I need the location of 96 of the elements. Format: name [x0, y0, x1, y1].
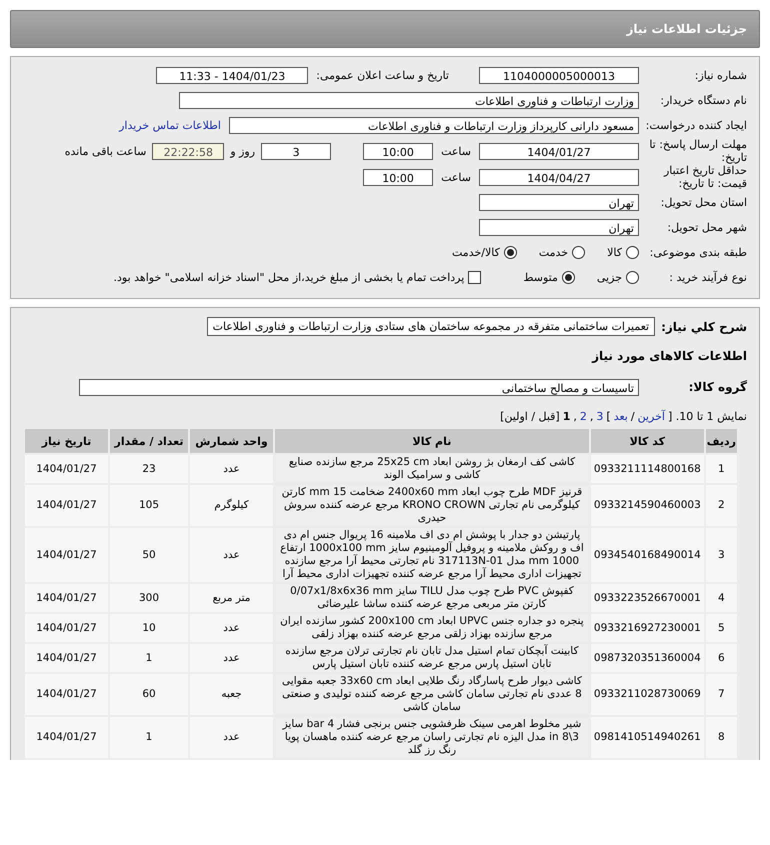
table-cell: 0981410514940261 [590, 716, 705, 759]
field-label: تاریخ و ساعت اعلان عمومی: [316, 69, 449, 82]
field-label: گروه کالا: [688, 380, 747, 394]
table-cell: 1 [704, 454, 738, 484]
column-header: واحد شمارش [189, 428, 274, 454]
province-field[interactable]: تهران [479, 194, 639, 211]
days-label: روز و [230, 144, 256, 158]
field-label: شرح کلي نیاز: [661, 320, 747, 334]
table-cell: عدد [189, 716, 274, 759]
table-cell: عدد [189, 643, 274, 673]
table-cell: 1404/01/27 [24, 716, 109, 759]
table-cell: 6 [704, 643, 738, 673]
table-cell: 0933214590460003 [590, 484, 705, 527]
page-link[interactable]: آخرین [638, 410, 665, 423]
page-link[interactable]: 2 [580, 410, 587, 423]
table-cell: عدد [189, 527, 274, 583]
section-heading: اطلاعات کالاهای مورد نیاز [592, 348, 747, 362]
table-cell: کیلوگرم [189, 484, 274, 527]
table-cell: 105 [109, 484, 189, 527]
table-cell: 1404/01/27 [24, 454, 109, 484]
radio-option[interactable]: متوسط [523, 271, 575, 284]
table-cell: 1404/01/27 [24, 613, 109, 643]
table-cell: 0987320351360004 [590, 643, 705, 673]
field-label: مهلت ارسال پاسخ: تا تاریخ: [648, 138, 747, 164]
city-field[interactable]: تهران [479, 219, 639, 236]
table-cell: جعبه [189, 673, 274, 716]
pager-text: نمایش 1 تا 10. [ [668, 410, 747, 423]
column-header: تعداد / مقدار [109, 428, 189, 454]
table-cell: 3 [704, 527, 738, 583]
field-label: شهر محل تحویل: [666, 221, 747, 234]
description-field: تعمیرات ساختمانی متفرقه در مجموعه ساختمان های ستادی وزارت ارتباطات و فناوری اطلاعات [206, 317, 656, 336]
table-cell: 1 [109, 716, 189, 759]
pager-text: , [590, 410, 594, 423]
radio-option[interactable]: خدمت [538, 246, 586, 259]
remaining-time-field[interactable]: 22:22:58 [152, 142, 224, 160]
column-header: ردیف [704, 428, 738, 454]
field-label: شماره نیاز: [694, 69, 747, 82]
table-cell: 0933216927230001 [590, 613, 705, 643]
table-cell: 23 [109, 454, 189, 484]
table-cell: 8 [704, 716, 738, 759]
buyer-contact-link[interactable]: اطلاعات تماس خریدار [119, 119, 221, 132]
buyer-field[interactable]: وزارت ارتباطات و فناوری اطلاعات [179, 92, 639, 109]
field-label: نام دستگاه خریدار: [659, 94, 747, 107]
table-cell: 1404/01/27 [24, 527, 109, 583]
days-field[interactable]: 3 [261, 142, 332, 160]
table-cell: 2 [704, 484, 738, 527]
column-header: نام کالا [274, 428, 590, 454]
table-cell: 300 [109, 583, 189, 613]
table-cell: متر مربع [189, 583, 274, 613]
table-cell: 60 [109, 673, 189, 716]
radio-option[interactable]: جزیی [596, 271, 639, 284]
column-header: تاریخ نیاز [24, 428, 109, 454]
field-label: استان محل تحویل: [660, 196, 747, 209]
pager-text: / [630, 410, 635, 423]
date-field[interactable]: 1404/01/27 [479, 142, 639, 160]
field-label: نوع فرآیند خرید : [668, 271, 747, 284]
table-cell: 1404/01/27 [24, 643, 109, 673]
table-cell: 5 [704, 613, 738, 643]
field-label: حداقل تاریخ اعتبار قیمت: تا تاریخ: [662, 164, 747, 190]
table-cell: عدد [189, 454, 274, 484]
pager-text: , [573, 410, 577, 423]
field-label: طبقه بندی موضوعی: [648, 246, 747, 259]
table-cell: 0933211028730069 [590, 673, 705, 716]
table-cell: 50 [109, 527, 189, 583]
time-label: ساعت [441, 144, 471, 158]
pager-text: [قبل / اولین] [500, 410, 560, 423]
table-cell: 0933211114800168 [590, 454, 705, 484]
table-cell: 1 [109, 643, 189, 673]
time-field[interactable]: 10:00 [363, 168, 434, 186]
page-title: جزئیات اطلاعات نیاز [10, 10, 760, 48]
table-cell: 1404/01/27 [24, 583, 109, 613]
table-cell: 0933223526670001 [590, 583, 705, 613]
table-cell: 1404/01/27 [24, 673, 109, 716]
date-field[interactable]: 1404/04/27 [479, 168, 639, 186]
radio-option[interactable]: کالا/خدمت [452, 246, 517, 259]
need-number-field[interactable]: 1104000005000013 [479, 67, 639, 84]
radio-option[interactable]: کالا [607, 246, 639, 259]
table-cell: 10 [109, 613, 189, 643]
page-link[interactable]: بعد [614, 410, 628, 423]
time-field[interactable]: 10:00 [363, 142, 434, 160]
remaining-label: ساعت باقی مانده [64, 144, 146, 158]
pager-text: ] [606, 410, 611, 423]
table-cell: عدد [189, 613, 274, 643]
treasury-payment-checkbox[interactable]: پرداخت تمام یا بخشی از مبلغ خرید،از محل "اسناد خزانه اسلامی" خواهد بود. [114, 271, 482, 284]
table-cell: 1404/01/27 [24, 484, 109, 527]
requester-field[interactable]: مسعود دارانی کارپرداز وزارت ارتباطات و فناوری اطلاعات [229, 117, 639, 134]
column-header: کد کالا [590, 428, 705, 454]
page-link[interactable]: 3 [596, 410, 604, 423]
goods-group-field[interactable]: تاسیسات و مصالح ساختمانی [79, 378, 639, 396]
table-cell: 0934540168490014 [590, 527, 705, 583]
field-label: ایجاد کننده درخواست: [644, 119, 747, 132]
table-cell: 4 [704, 583, 738, 613]
current-page: 1 [562, 410, 570, 423]
announce-date-field[interactable]: 1404/01/23 - 11:33 [156, 67, 308, 84]
table-cell: 7 [704, 673, 738, 716]
time-label: ساعت [441, 170, 471, 184]
